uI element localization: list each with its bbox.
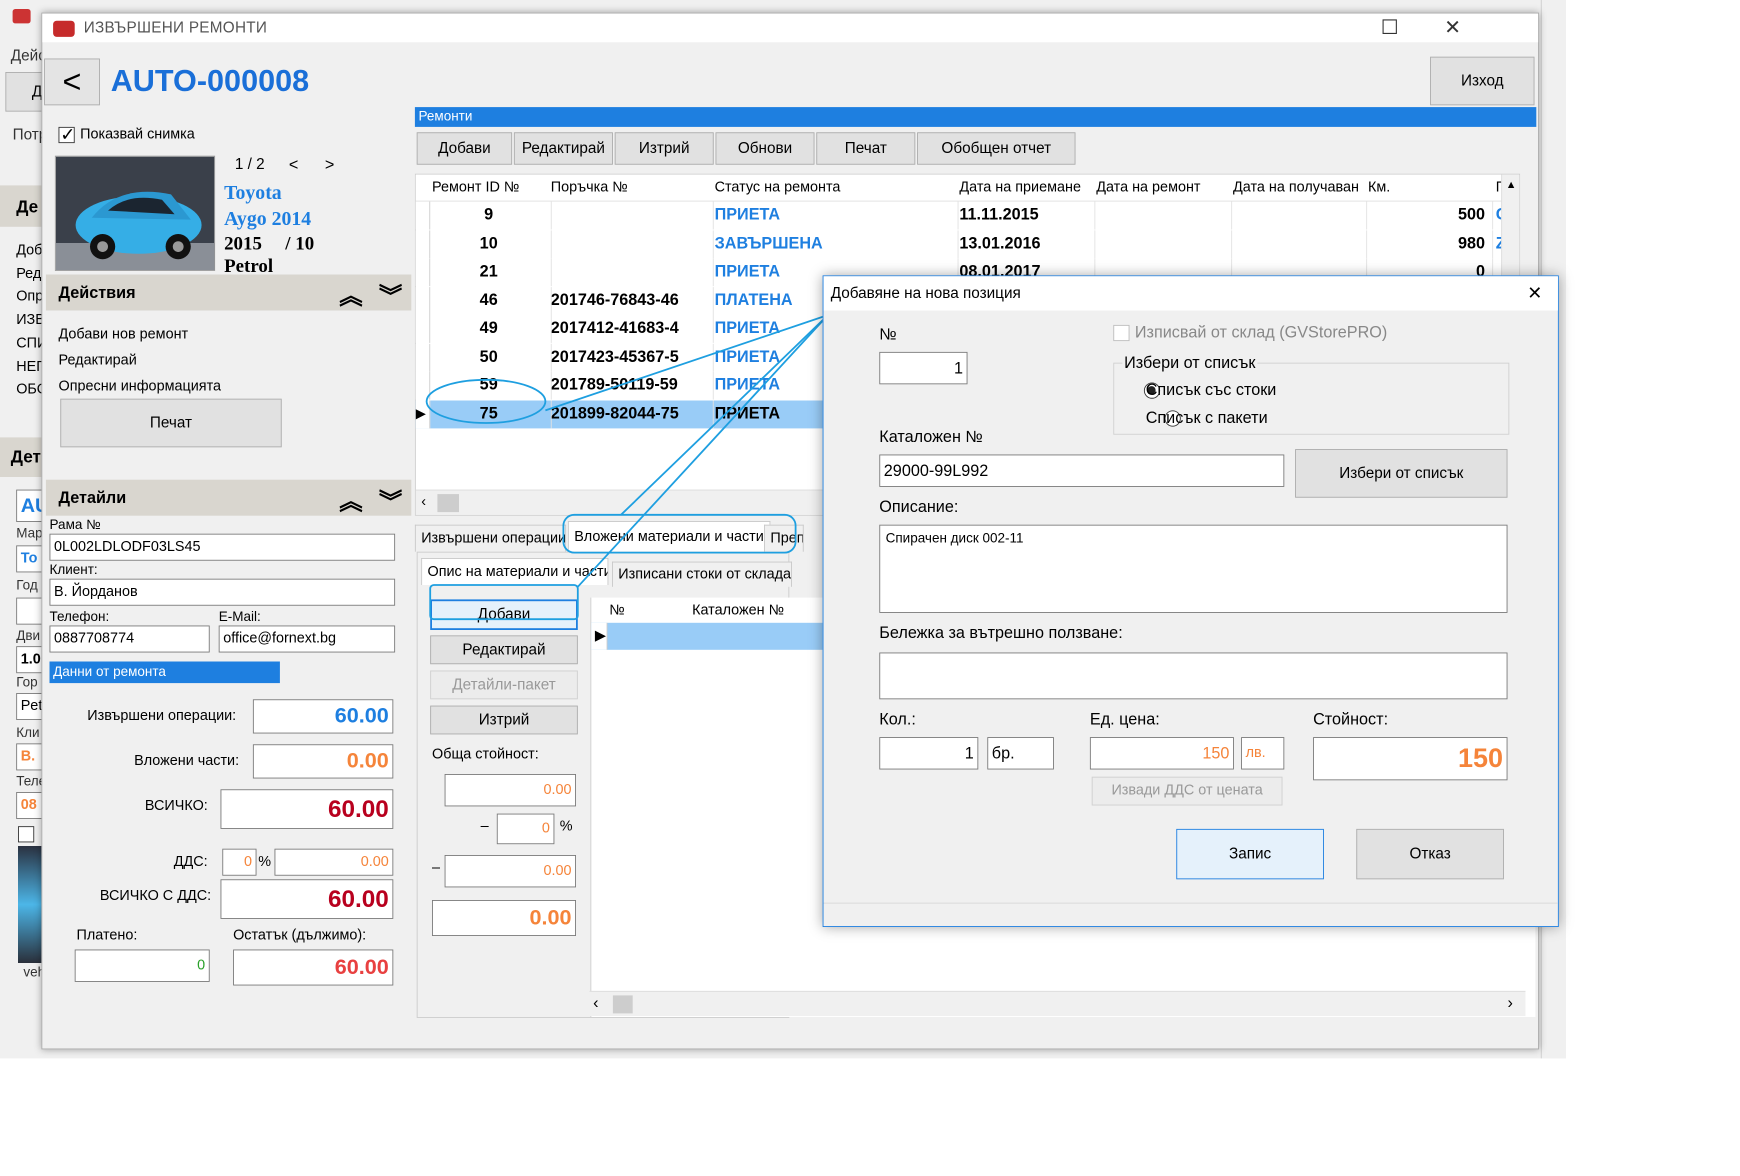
callout-row-75 bbox=[425, 378, 547, 424]
choose-from-list-button[interactable]: Избери от списък bbox=[1295, 449, 1508, 498]
callout-line bbox=[577, 314, 829, 588]
remove-vat-button[interactable]: Извади ДДС от цената bbox=[1091, 776, 1283, 806]
note-label: Бележка за вътрешно ползване: bbox=[879, 623, 1123, 642]
store-checkbox[interactable] bbox=[1113, 324, 1130, 342]
callout-materials-tab bbox=[562, 513, 797, 554]
qty-field[interactable]: 1 bbox=[879, 737, 979, 770]
catalog-label: Каталожен № bbox=[879, 427, 983, 446]
description-field[interactable]: Спирачен диск 002-11 bbox=[879, 524, 1508, 613]
callout-line bbox=[620, 314, 829, 516]
store-checkbox-label: Изписвай от склад (GVStorePRO) bbox=[1134, 323, 1388, 342]
value-label: Стойност: bbox=[1313, 710, 1389, 729]
note-field[interactable] bbox=[879, 652, 1508, 700]
no-field[interactable]: 1 bbox=[879, 351, 968, 385]
radio-goods-label: Списък със стоки bbox=[1145, 380, 1277, 399]
close-icon[interactable]: ✕ bbox=[1527, 282, 1542, 305]
price-field[interactable]: 150 bbox=[1089, 737, 1234, 770]
unit-field[interactable]: бр. bbox=[987, 737, 1054, 770]
qty-label: Кол.: bbox=[879, 710, 916, 729]
value-field: 150 bbox=[1313, 737, 1508, 781]
catalog-field[interactable]: 29000-99L992 bbox=[879, 454, 1285, 487]
no-label: № bbox=[879, 324, 897, 343]
callout-line bbox=[545, 314, 829, 412]
choose-group-label: Избери от списък bbox=[1122, 353, 1258, 373]
price-label: Ед. цена: bbox=[1089, 710, 1160, 729]
cancel-button[interactable]: Отказ bbox=[1356, 828, 1504, 880]
description-label: Описание: bbox=[879, 497, 959, 516]
dialog-title-bar: Добавяне на нова позиция ✕ bbox=[823, 276, 1558, 311]
radio-packages-label: Списък с пакети bbox=[1145, 408, 1268, 427]
save-button[interactable]: Запис bbox=[1176, 828, 1324, 880]
currency-field: лв. bbox=[1241, 737, 1285, 770]
dialog-divider bbox=[823, 902, 1558, 904]
add-position-dialog: Добавяне на нова позиция ✕ № 1 Изписвай … bbox=[822, 275, 1559, 927]
callout-add-button bbox=[429, 584, 579, 621]
dialog-title: Добавяне на нова позиция bbox=[830, 284, 1021, 302]
